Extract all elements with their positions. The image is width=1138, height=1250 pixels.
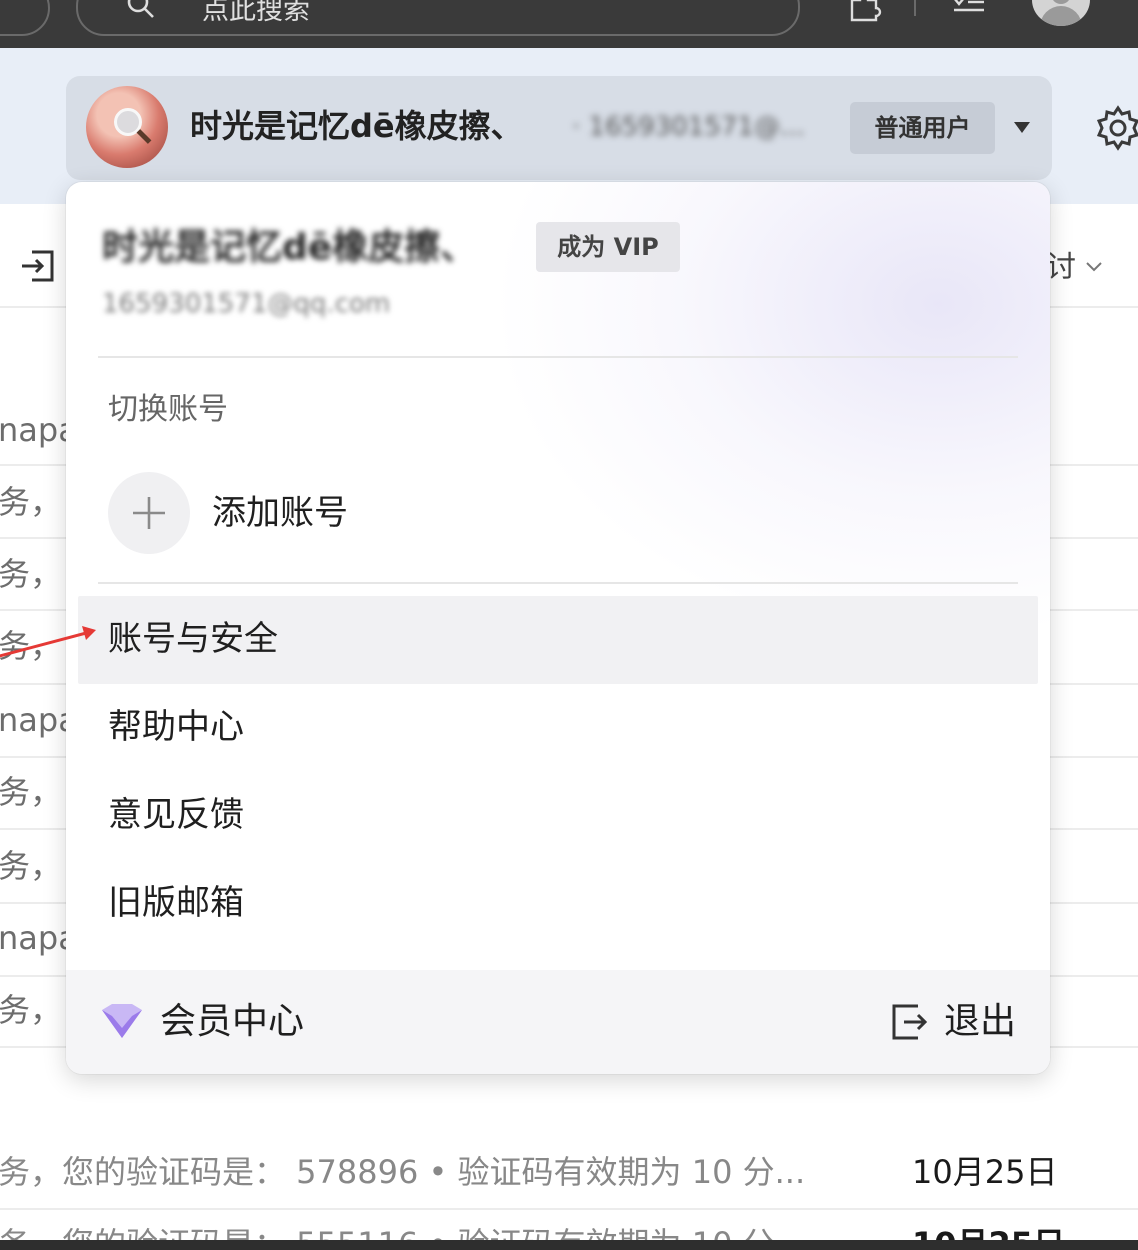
popup-footer: 会员中心 退出 — [66, 970, 1050, 1074]
popup-account-email: 1659301571@qq.com — [102, 289, 391, 319]
import-icon[interactable] — [18, 246, 58, 286]
mail-row-fragment[interactable]: 务， — [0, 482, 62, 522]
top-bar: 点此搜索 — [0, 0, 1138, 48]
menu-item-label: 账号与安全 — [108, 619, 278, 659]
profile-avatar[interactable] — [1032, 0, 1090, 26]
vip-center-link[interactable]: 会员中心 — [160, 1000, 304, 1044]
mail-row-fragment[interactable]: 务， — [0, 846, 62, 886]
extension-icon[interactable] — [846, 0, 882, 22]
menu-item-label: 意见反馈 — [108, 795, 244, 835]
account-name: 时光是记忆dē橡皮擦、 — [190, 107, 523, 145]
account-menu: 时光是记忆dē橡皮擦、 成为 VIP 1659301571@qq.com 切换账… — [66, 182, 1050, 1074]
menu-item-legacy-mailbox[interactable]: 旧版邮箱 — [78, 860, 1038, 948]
gear-icon[interactable] — [1094, 104, 1138, 152]
search-box[interactable]: 点此搜索 — [76, 0, 800, 36]
sort-label[interactable]: 讨 — [1046, 250, 1076, 286]
logout-button[interactable]: 退出 — [944, 1000, 1016, 1044]
popup-account-name: 时光是记忆dē橡皮擦、 — [102, 227, 477, 268]
account-switcher[interactable]: 时光是记忆dē橡皮擦、 · 1659301571@... 普通用户 — [66, 76, 1052, 180]
menu-item-help-center[interactable]: 帮助中心 — [78, 684, 1038, 772]
mail-row-fragment[interactable]: 务， — [0, 990, 62, 1030]
add-account-button[interactable] — [108, 472, 190, 554]
search-icon — [127, 0, 154, 18]
toolbar-divider — [914, 0, 916, 16]
add-account-label[interactable]: 添加账号 — [212, 492, 348, 534]
divider — [98, 356, 1018, 358]
mail-row-preview[interactable]: 务，您的验证码是： 578896 • 验证码有效期为 10 分... — [0, 1152, 805, 1192]
switch-account-heading: 切换账号 — [108, 392, 228, 427]
taskbar — [0, 1240, 1138, 1250]
mail-row-date: 10月25日 — [912, 1153, 1058, 1191]
account-avatar — [86, 86, 168, 168]
become-vip-button[interactable]: 成为 VIP — [536, 222, 680, 272]
menu-item-feedback[interactable]: 意见反馈 — [78, 772, 1038, 860]
mail-row-fragment[interactable]: 务， — [0, 772, 62, 812]
logout-icon[interactable] — [888, 1000, 930, 1044]
chevron-down-icon[interactable] — [1014, 122, 1030, 133]
search-placeholder: 点此搜索 — [202, 0, 310, 26]
annotation-arrow-icon — [0, 626, 96, 658]
account-email: · 1659301571@... — [572, 112, 805, 142]
plus-icon — [133, 497, 165, 529]
row-divider — [0, 1208, 1138, 1210]
menu-item-label: 旧版邮箱 — [108, 883, 244, 923]
favorites-list-icon[interactable] — [950, 0, 986, 22]
account-type-badge: 普通用户 — [850, 102, 995, 154]
mail-row-fragment[interactable]: 务， — [0, 554, 62, 594]
favorite-button[interactable] — [0, 0, 50, 36]
diamond-icon — [102, 1004, 142, 1038]
chevron-down-icon[interactable] — [1084, 256, 1104, 276]
divider — [98, 582, 1018, 584]
menu-item-label: 帮助中心 — [108, 707, 244, 747]
menu-item-account-security[interactable]: 账号与安全 — [78, 596, 1038, 684]
